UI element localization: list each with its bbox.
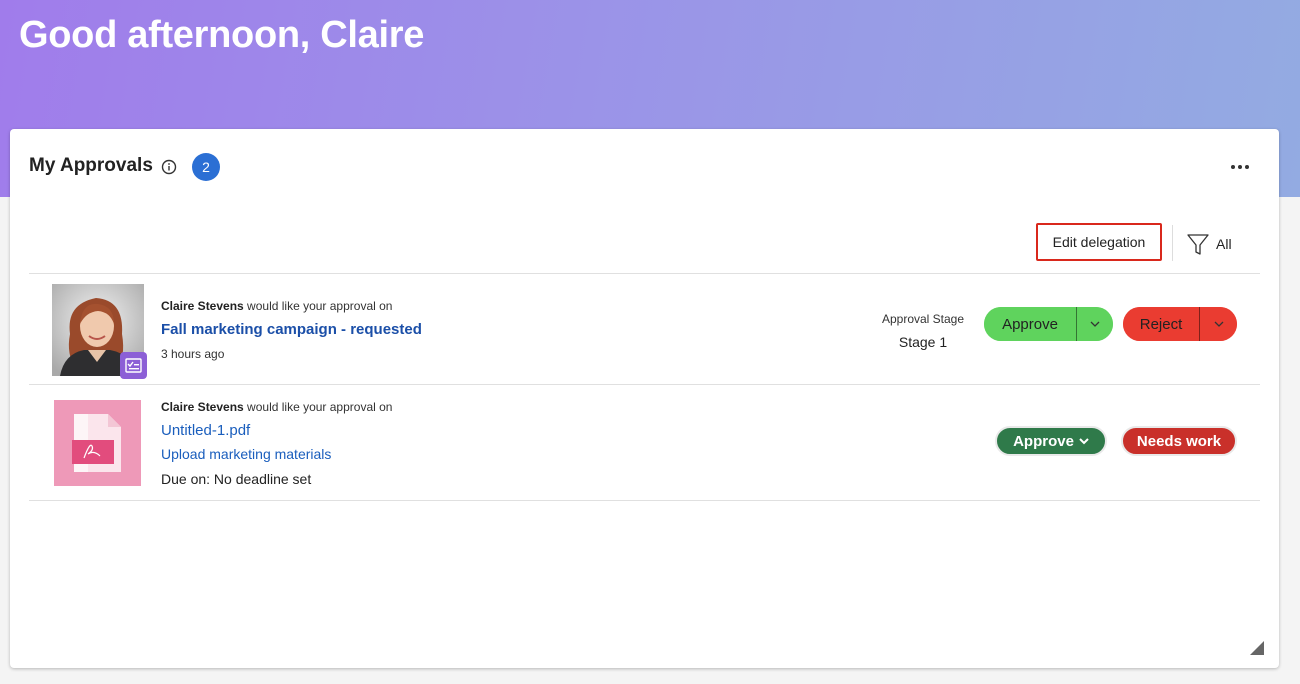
resize-handle-icon[interactable] [1250,641,1264,655]
more-options-button[interactable] [1226,157,1256,177]
needs-work-button[interactable]: Needs work [1121,426,1237,456]
task-link[interactable]: Upload marketing materials [161,446,331,462]
approval-stage-value: Stage 1 [898,334,948,350]
approvals-count-badge: 2 [192,153,220,181]
approve-dropdown-button[interactable]: Approve [995,426,1107,456]
approve-label: Approve [1013,432,1074,450]
project-type-icon [120,352,147,379]
filter-icon [1187,234,1209,255]
dot-icon [1231,165,1235,169]
reject-button[interactable]: Reject [1123,307,1199,341]
approve-button[interactable]: Approve [984,307,1076,341]
dot-icon [1238,165,1242,169]
row-divider [29,500,1260,501]
filter-label: All [1216,236,1232,252]
requester-name: Claire Stevens [161,400,244,414]
edit-delegation-button[interactable]: Edit delegation [1036,223,1162,261]
request-text: would like your approval on [243,299,393,313]
widget-title: My Approvals [29,155,153,176]
chevron-down-icon [1214,321,1223,327]
dot-icon [1245,165,1249,169]
greeting-title: Good afternoon, Claire [19,14,425,56]
requester-name: Claire Stevens [161,299,244,313]
approval-stage-label: Approval Stage [881,312,965,326]
toolbar-divider [1172,225,1173,261]
request-description: Claire Stevens would like your approval … [161,299,392,313]
needs-work-label: Needs work [1136,432,1222,450]
reject-split-button: Reject [1123,307,1237,341]
due-date: Due on: No deadline set [161,471,312,487]
approve-split-button: Approve [984,307,1113,341]
my-approvals-widget: My Approvals 2 Edit delegation All Clair… [10,129,1279,668]
request-description: Claire Stevens would like your approval … [161,400,392,414]
info-icon[interactable] [161,159,177,175]
filter-button[interactable]: All [1186,230,1246,256]
approve-options-button[interactable] [1076,307,1113,341]
list-divider [29,273,1260,274]
request-text: would like your approval on [243,400,393,414]
row-divider [29,384,1260,385]
time-ago: 3 hours ago [161,347,225,361]
chevron-down-icon [1090,321,1100,327]
reject-options-button[interactable] [1199,307,1237,341]
file-link[interactable]: Untitled-1.pdf [161,422,250,439]
approval-item-link[interactable]: Fall marketing campaign - requested [161,321,422,338]
pdf-file-thumbnail [54,400,141,486]
chevron-down-icon [1079,437,1089,444]
